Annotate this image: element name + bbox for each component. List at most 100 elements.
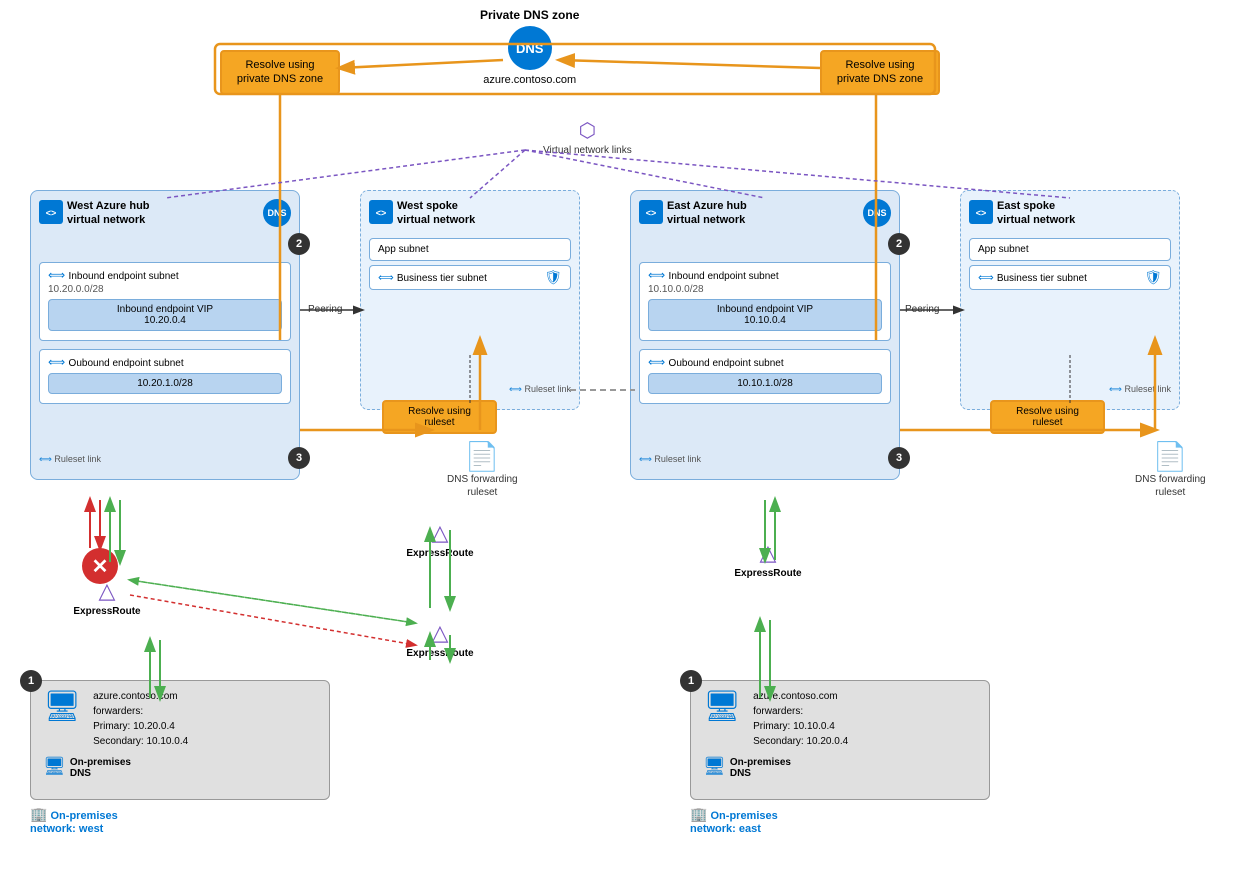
onprem-west-dns-label: On-premises DNS xyxy=(70,757,131,779)
east-spoke-subnet-icon: ⟺ xyxy=(978,272,997,284)
onprem-east-building-icon: 🏢 xyxy=(690,806,707,822)
vnet-links: ⬡ Virtual network links xyxy=(543,118,632,156)
east-spoke-icon: <> xyxy=(969,200,993,224)
west-expressroute-label: ExpressRoute xyxy=(72,606,142,617)
center-right-expressroute-label: ExpressRoute xyxy=(400,648,480,659)
center-right-expressroute-icon: △ xyxy=(400,620,480,646)
west-spoke-business-subnet: ⟺ Business tier subnet 🛡 xyxy=(369,265,571,290)
east-hub-icon: <> xyxy=(639,200,663,224)
east-spoke-ruleset-link: ⟺ Ruleset link xyxy=(1109,384,1171,395)
east-spoke-title: East spoke virtual network xyxy=(997,199,1075,228)
east-hub-outbound-subnet: ⟺ Oubound endpoint subnet 10.10.1.0/28 xyxy=(639,349,891,404)
vnet-links-label: Virtual network links xyxy=(543,145,632,156)
east-inbound-icon: ⟺ xyxy=(648,268,669,282)
east-hub-dns-badge-label: DNS xyxy=(867,208,886,218)
east-spoke-header: <> East spoke virtual network xyxy=(969,199,1171,232)
west-hub-badge-2: 2 xyxy=(288,233,310,255)
dns-domain: azure.contoso.com xyxy=(480,74,579,86)
onprem-east-network-label: 🏢 On-premises network: east xyxy=(690,806,778,835)
east-hub-outbound-cidr: 10.10.1.0/28 xyxy=(648,373,882,394)
east-spoke-shield-icon: 🛡 xyxy=(1144,269,1162,286)
onprem-east-dns-text: azure.contoso.com forwarders: Primary: 1… xyxy=(753,689,848,749)
center-left-expressroute-icon: △ xyxy=(400,520,480,546)
west-hub-outbound-subnet: ⟺ Oubound endpoint subnet 10.20.1.0/28 xyxy=(39,349,291,404)
east-expressroute-icon: △ xyxy=(728,540,808,566)
west-expressroute: △ ExpressRoute xyxy=(72,578,142,617)
west-spoke-subnet-icon: ⟺ xyxy=(378,272,397,284)
onprem-east-box: 1 🖥 azure.contoso.com forwarders: Primar… xyxy=(690,680,990,800)
west-hub-vnet: <> West Azure hub virtual network DNS 2 … xyxy=(30,190,300,480)
east-ruleset-label: DNS forwarding ruleset xyxy=(1135,473,1206,499)
east-ruleset-icon: 📄 xyxy=(1135,440,1206,473)
west-spoke-header: <> West spoke virtual network xyxy=(369,199,571,232)
west-hub-dns-badge: DNS xyxy=(263,199,291,227)
diagram-container: Private DNS zone DNS azure.contoso.com R… xyxy=(0,0,1245,870)
private-dns-zone-title: Private DNS zone xyxy=(480,8,579,22)
west-peering-label: Peering xyxy=(308,304,342,315)
resolve-box-right: Resolve using private DNS zone xyxy=(820,50,940,95)
onprem-west-dns-icon: 🖥 xyxy=(43,756,66,777)
onprem-west-building-icon: 🏢 xyxy=(30,806,47,822)
onprem-west-box: 1 🖥 azure.contoso.com forwarders: Primar… xyxy=(30,680,330,800)
onprem-west-badge: 1 xyxy=(20,670,42,692)
west-dns-ruleset: 📄 DNS forwarding ruleset xyxy=(447,440,518,499)
center-left-expressroute: △ ExpressRoute xyxy=(400,520,480,559)
west-hub-title: West Azure hub virtual network xyxy=(67,199,150,228)
east-spoke-business-subnet: ⟺ Business tier subnet 🛡 xyxy=(969,265,1171,290)
outbound-icon: ⟺ xyxy=(48,355,69,369)
west-spoke-vnet: <> West spoke virtual network App subnet… xyxy=(360,190,580,410)
west-spoke-ruleset-link: ⟺ Ruleset link xyxy=(509,384,571,395)
west-hub-header: <> West Azure hub virtual network xyxy=(39,199,291,232)
west-spoke-icon: <> xyxy=(369,200,393,224)
east-hub-inbound-vip: Inbound endpoint VIP 10.10.0.4 xyxy=(648,299,882,331)
west-hub-icon: <> xyxy=(39,200,63,224)
svg-text:<>: <> xyxy=(376,208,387,218)
west-hub-inbound-vip: Inbound endpoint VIP 10.20.0.4 xyxy=(48,299,282,331)
error-x-icon: ✕ xyxy=(92,554,109,579)
west-hub-outbound-cidr: 10.20.1.0/28 xyxy=(48,373,282,394)
vnet-links-icon: ⬡ xyxy=(543,118,632,143)
east-outbound-icon: ⟺ xyxy=(648,355,669,369)
west-ruleset-label: DNS forwarding ruleset xyxy=(447,473,518,499)
east-peering-label: Peering xyxy=(905,304,939,315)
east-expressroute-label: ExpressRoute xyxy=(728,568,808,579)
onprem-west-network-label: 🏢 On-premises network: west xyxy=(30,806,118,835)
onprem-west-server-icon: 🖥 xyxy=(43,689,81,724)
inbound-icon: ⟺ xyxy=(48,268,69,282)
center-left-expressroute-label: ExpressRoute xyxy=(400,548,480,559)
east-hub-title: East Azure hub virtual network xyxy=(667,199,747,228)
west-hub-dns-badge-label: DNS xyxy=(267,208,286,218)
east-hub-inbound-subnet: ⟺ Inbound endpoint subnet 10.10.0.0/28 I… xyxy=(639,262,891,341)
east-hub-vnet: <> East Azure hub virtual network DNS 2 … xyxy=(630,190,900,480)
east-spoke-app-subnet: App subnet xyxy=(969,238,1171,261)
east-dns-ruleset: 📄 DNS forwarding ruleset xyxy=(1135,440,1206,499)
east-hub-badge-3: 3 xyxy=(888,447,910,469)
west-spoke-shield-icon: 🛡 xyxy=(544,269,562,286)
resolve-box-left: Resolve using private DNS zone xyxy=(220,50,340,95)
west-hub-badge-3: 3 xyxy=(288,447,310,469)
west-hub-ruleset-link-bottom: ⟺ Ruleset link xyxy=(39,454,101,465)
private-dns-zone-header: Private DNS zone DNS azure.contoso.com xyxy=(480,8,579,86)
west-ruleset-icon: 📄 xyxy=(447,440,518,473)
west-resolve-ruleset: Resolve using ruleset xyxy=(382,400,497,434)
west-spoke-title: West spoke virtual network xyxy=(397,199,475,228)
onprem-east-server-icon: 🖥 xyxy=(703,689,741,724)
dns-label: DNS xyxy=(516,41,543,56)
west-hub-inbound-subnet: ⟺ Inbound endpoint subnet 10.20.0.0/28 I… xyxy=(39,262,291,341)
east-spoke-vnet: <> East spoke virtual network App subnet… xyxy=(960,190,1180,410)
dns-circle-icon: DNS xyxy=(508,26,552,70)
svg-text:<>: <> xyxy=(46,208,57,218)
east-hub-ruleset-link-bottom: ⟺ Ruleset link xyxy=(639,454,701,465)
east-hub-badge-2: 2 xyxy=(888,233,910,255)
svg-text:<>: <> xyxy=(976,208,987,218)
onprem-east-dns-icon: 🖥 xyxy=(703,756,726,777)
east-expressroute: △ ExpressRoute xyxy=(728,540,808,579)
onprem-east-badge: 1 xyxy=(680,670,702,692)
east-hub-dns-badge: DNS xyxy=(863,199,891,227)
east-resolve-ruleset: Resolve using ruleset xyxy=(990,400,1105,434)
west-expressroute-icon: △ xyxy=(72,578,142,604)
west-spoke-app-subnet: App subnet xyxy=(369,238,571,261)
onprem-west-dns-text: azure.contoso.com forwarders: Primary: 1… xyxy=(93,689,188,749)
center-right-expressroute: △ ExpressRoute xyxy=(400,620,480,659)
east-hub-header: <> East Azure hub virtual network xyxy=(639,199,891,232)
